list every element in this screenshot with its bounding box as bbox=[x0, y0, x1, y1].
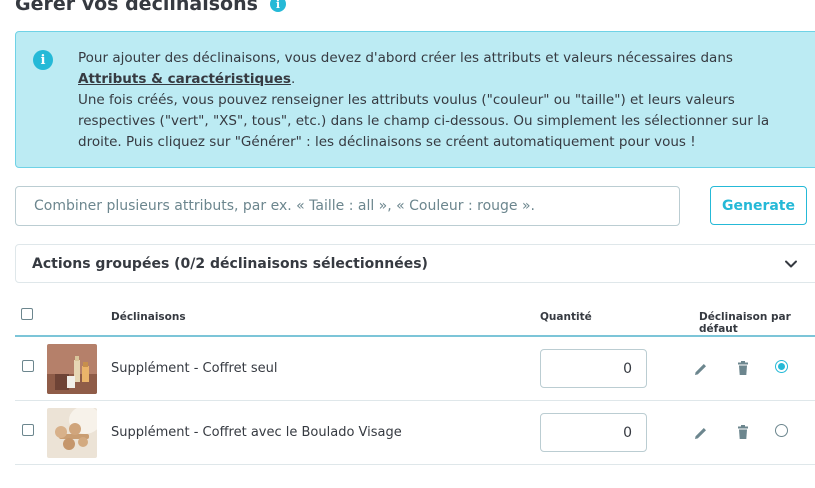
edit-icon[interactable] bbox=[693, 361, 709, 377]
alert-text-intro: Pour ajouter des déclinaisons, vous deve… bbox=[78, 50, 733, 66]
combination-generator-input[interactable] bbox=[15, 186, 680, 226]
alert-text-period: . bbox=[290, 71, 296, 87]
chevron-down-icon bbox=[785, 260, 797, 268]
info-icon[interactable]: i bbox=[269, 0, 286, 12]
bulk-actions-dropdown[interactable]: Actions groupées (0/2 déclinaisons sélec… bbox=[15, 244, 815, 283]
page-title-text: Gérer vos déclinaisons bbox=[15, 0, 258, 15]
generate-button[interactable]: Generate bbox=[710, 186, 807, 225]
table-header-divider bbox=[15, 335, 815, 337]
combination-name: Supplément - Coffret avec le Boulado Vis… bbox=[111, 425, 402, 440]
default-combination-radio[interactable] bbox=[775, 360, 788, 373]
info-icon: i bbox=[33, 50, 53, 70]
trash-icon[interactable] bbox=[735, 360, 751, 376]
quantity-input[interactable] bbox=[540, 413, 647, 452]
column-header-default: Déclinaison par défaut bbox=[699, 311, 791, 335]
bulk-actions-label: Actions groupées (0/2 déclinaisons sélec… bbox=[32, 256, 428, 272]
attributes-link[interactable]: Attributs & caractéristiques bbox=[78, 71, 291, 87]
page-title: Gérer vos déclinaisons i bbox=[15, 0, 286, 15]
info-alert: i Pour ajouter des déclinaisons, vous de… bbox=[15, 31, 815, 168]
alert-text: Pour ajouter des déclinaisons, vous deve… bbox=[78, 48, 798, 153]
quantity-input[interactable] bbox=[540, 349, 647, 388]
row-checkbox[interactable] bbox=[22, 424, 34, 436]
row-divider bbox=[15, 400, 815, 401]
select-all-checkbox[interactable] bbox=[21, 308, 33, 320]
product-thumbnail bbox=[47, 408, 97, 458]
column-header-combination: Déclinaisons bbox=[111, 311, 186, 323]
row-divider bbox=[15, 464, 815, 465]
default-combination-radio[interactable] bbox=[775, 424, 788, 437]
edit-icon[interactable] bbox=[693, 425, 709, 441]
row-checkbox[interactable] bbox=[22, 360, 34, 372]
combination-name: Supplément - Coffret seul bbox=[111, 361, 278, 376]
trash-icon[interactable] bbox=[735, 424, 751, 440]
alert-text-instructions: Une fois créés, vous pouvez renseigner l… bbox=[78, 92, 770, 150]
column-header-quantity: Quantité bbox=[540, 311, 592, 323]
product-thumbnail bbox=[47, 344, 97, 394]
